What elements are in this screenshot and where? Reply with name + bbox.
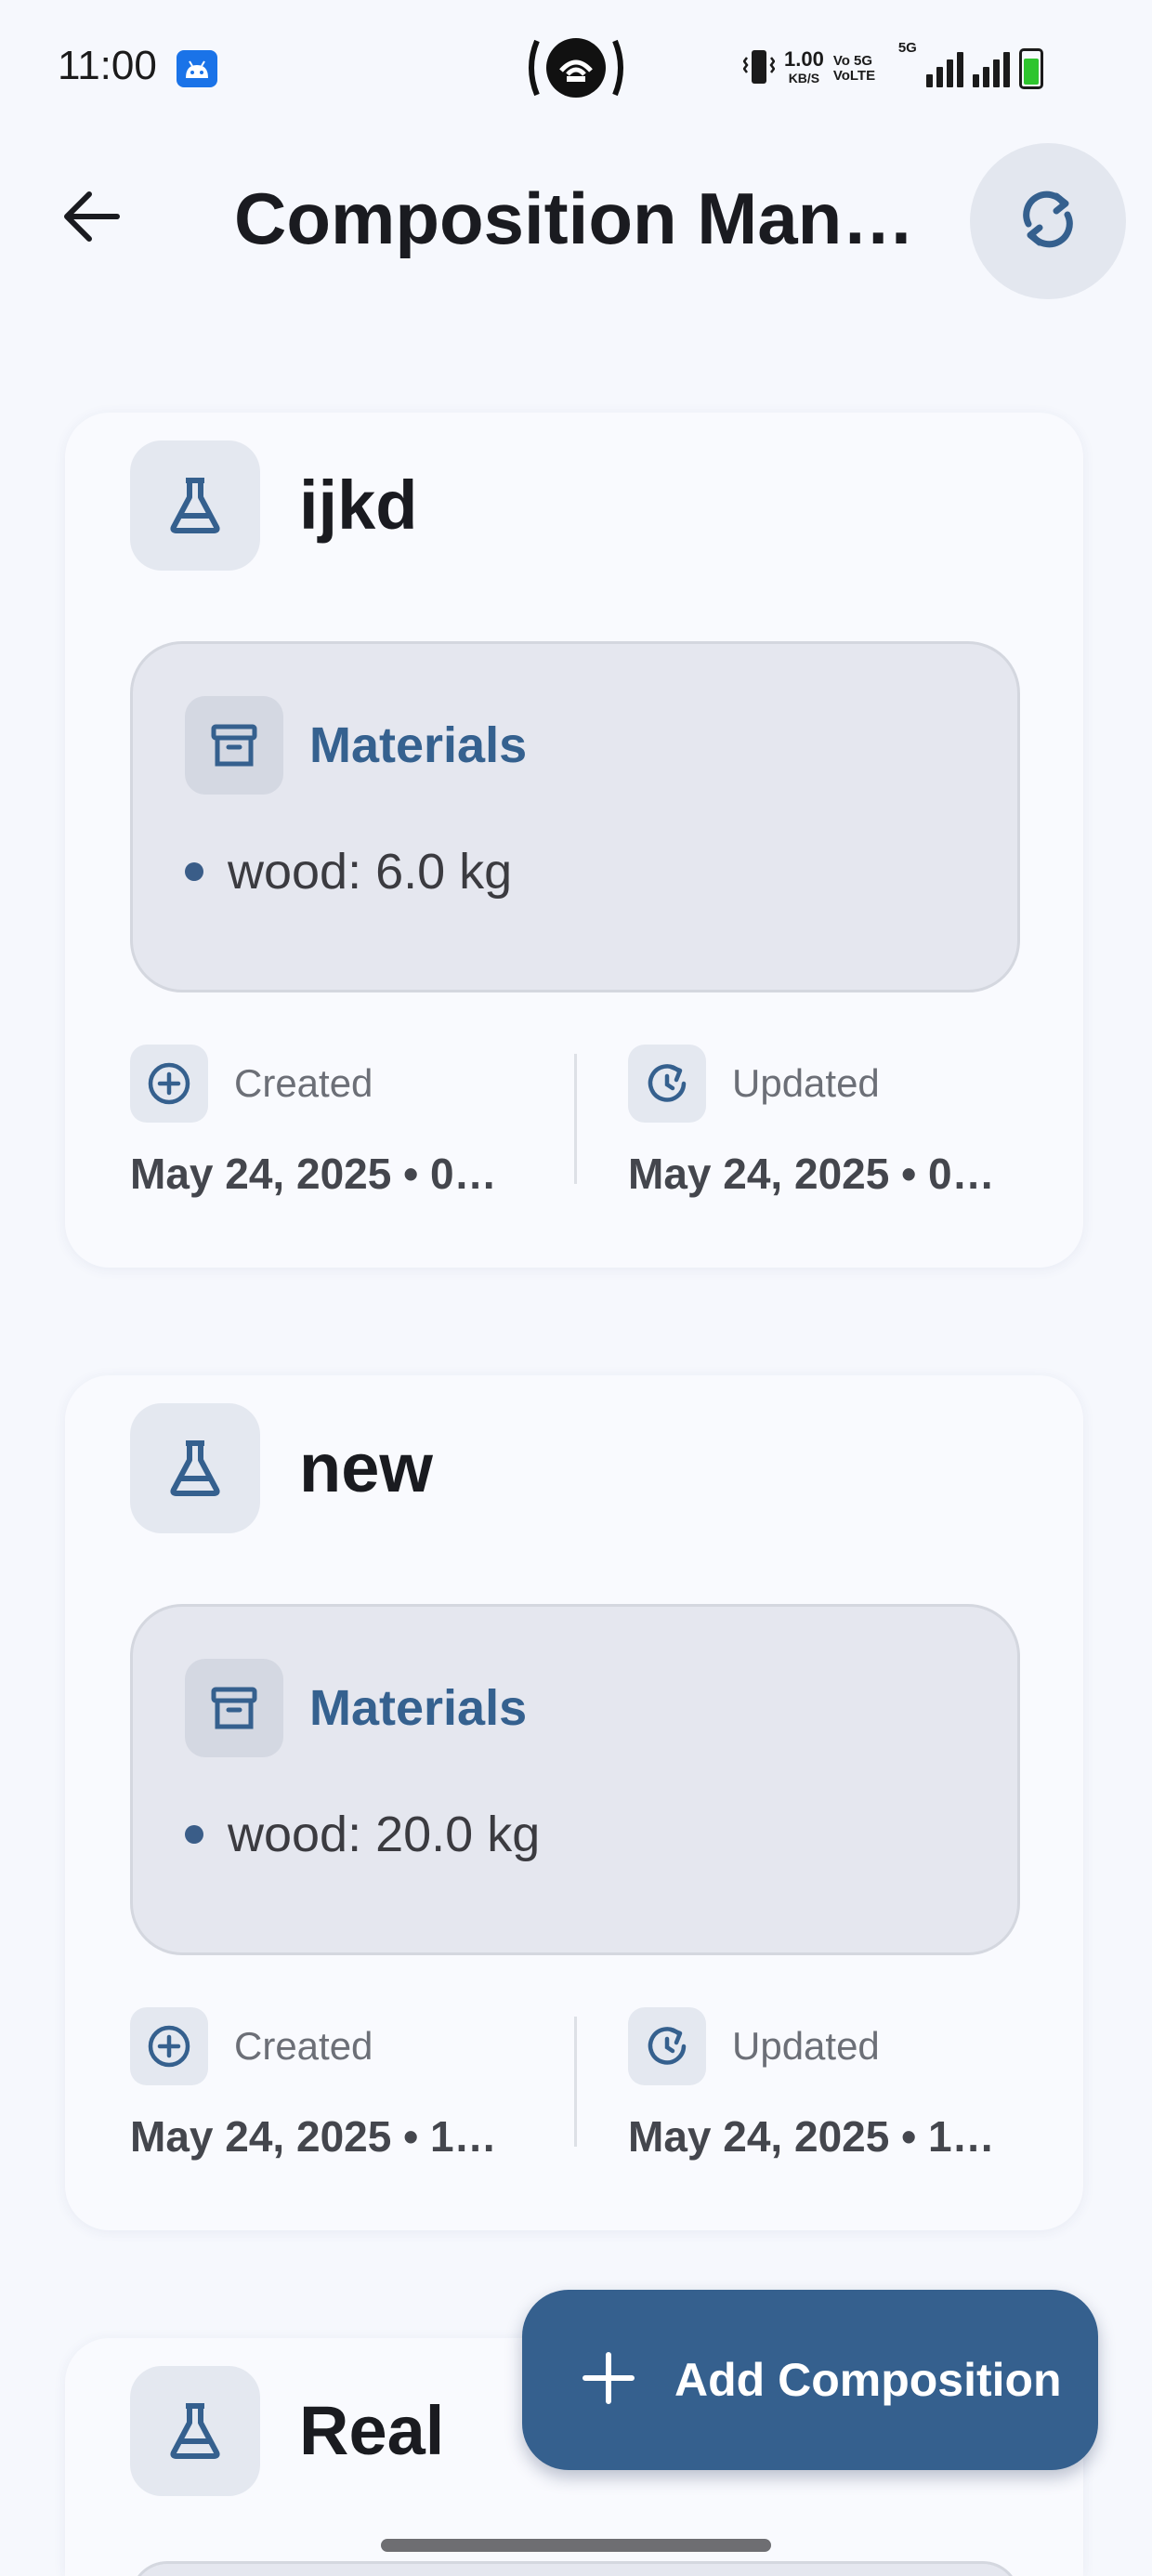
update-clock-icon (628, 1045, 706, 1123)
status-indicators: 1.00 KB/S Vo 5G VoLTE 5G (742, 40, 1043, 97)
refresh-icon (1015, 187, 1080, 256)
network-speed: 1.00 KB/S (784, 47, 824, 87)
hotspot-icon (526, 33, 626, 102)
battery-charging-icon (1018, 48, 1043, 89)
flask-icon (130, 2366, 260, 2496)
materials-section (130, 2561, 1020, 2576)
created-info: Created May 24, 2025 • 1… (130, 2007, 557, 2161)
updated-value: May 24, 2025 • 1… (628, 2112, 995, 2161)
divider (574, 1054, 577, 1184)
composition-card[interactable]: ijkd Materials wood: 6.0 kg Created May … (65, 413, 1083, 1268)
materials-section: Materials wood: 6.0 kg (130, 641, 1020, 992)
network-type: 5G (897, 40, 917, 56)
updated-info: Updated May 24, 2025 • 0… (628, 1045, 1055, 1198)
created-value: May 24, 2025 • 1… (130, 2112, 497, 2161)
archive-icon (185, 696, 283, 795)
signal-icon-2 (972, 50, 1010, 87)
plus-icon (582, 2351, 635, 2410)
composition-name: new (299, 1429, 433, 1506)
arrow-left-icon (63, 191, 121, 247)
created-label: Created (234, 1061, 373, 1105)
updated-info: Updated May 24, 2025 • 1… (628, 2007, 1055, 2161)
created-info: Created May 24, 2025 • 0… (130, 1045, 557, 1198)
materials-section: Materials wood: 20.0 kg (130, 1604, 1020, 1955)
composition-card[interactable]: new Materials wood: 20.0 kg Created May … (65, 1375, 1083, 2230)
divider (574, 2017, 577, 2147)
flask-icon (130, 440, 260, 571)
materials-heading: Materials (309, 1680, 528, 1736)
speed-value: 1.00 (784, 47, 824, 71)
signal-icon-1 (925, 50, 963, 87)
update-clock-icon (628, 2007, 706, 2085)
plus-circle-icon (130, 2007, 208, 2085)
status-bar: 11:00 1.00 KB/S Vo 5G VoLTE 5G (0, 0, 1152, 139)
composition-name: ijkd (299, 467, 418, 544)
material-text: wood: 20.0 kg (228, 1807, 541, 1862)
material-text: wood: 6.0 kg (228, 844, 513, 900)
archive-icon (185, 1659, 283, 1757)
updated-label: Updated (732, 2024, 880, 2068)
updated-value: May 24, 2025 • 0… (628, 1150, 995, 1198)
volte-label: Vo 5G VoLTE (832, 53, 876, 84)
updated-label: Updated (732, 1061, 880, 1105)
created-label: Created (234, 2024, 373, 2068)
vibrate-icon (742, 46, 776, 92)
flask-icon (130, 1403, 260, 1533)
created-value: May 24, 2025 • 0… (130, 1150, 497, 1198)
status-time: 11:00 (58, 43, 157, 88)
android-notification-icon (177, 50, 217, 87)
bullet (185, 862, 203, 881)
add-composition-button[interactable]: Add Composition (522, 2290, 1098, 2470)
refresh-button[interactable] (970, 143, 1126, 299)
home-indicator[interactable] (381, 2539, 771, 2552)
material-item: wood: 6.0 kg (185, 839, 512, 904)
add-composition-label: Add Composition (674, 2354, 1062, 2406)
material-item: wood: 20.0 kg (185, 1802, 540, 1867)
materials-heading: Materials (309, 717, 528, 773)
bullet (185, 1825, 203, 1844)
page-title: Composition Man… (234, 177, 915, 259)
plus-circle-icon (130, 1045, 208, 1123)
back-button[interactable] (50, 177, 134, 260)
composition-name: Real (299, 2392, 445, 2469)
speed-unit: KB/S (788, 71, 820, 85)
